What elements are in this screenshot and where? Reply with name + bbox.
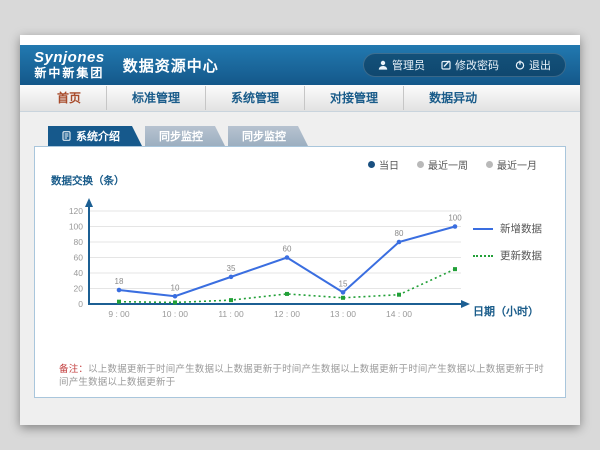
- radio-dot-icon: [368, 161, 375, 168]
- data-point: [453, 267, 457, 271]
- radio-dot-icon: [486, 161, 493, 168]
- x-axis-arrow: [461, 300, 470, 308]
- legend-item-0: 新增数据: [473, 221, 553, 236]
- x-tick-label: 11 : 00: [218, 309, 244, 319]
- data-point: [229, 275, 234, 280]
- change-password-button[interactable]: 修改密码: [441, 57, 499, 73]
- data-point-label: 10: [171, 283, 180, 292]
- chart-legend-column: 新增数据更新数据 日期（小时）: [473, 173, 553, 339]
- y-tick-label: 0: [78, 299, 83, 309]
- desktop-background: Synjones 新中新集团 数据资源中心 管理员 修改密码 退出 首页标准: [0, 0, 600, 450]
- change-password-label: 修改密码: [455, 57, 499, 73]
- tab-2[interactable]: 同步监控: [228, 126, 308, 146]
- logout-button[interactable]: 退出: [515, 57, 551, 73]
- series-line-0: [119, 227, 455, 297]
- content-area: 系统介绍 同步监控 同步监控 当日 最近一周 最近一月 数据交换（条） 0 20 40 60 8…: [20, 112, 580, 425]
- company-logo[interactable]: Synjones 新中新集团: [34, 50, 105, 80]
- document-icon: [62, 131, 71, 141]
- nav-item-对接管理[interactable]: 对接管理: [305, 86, 404, 110]
- tab-label: 同步监控: [242, 128, 286, 144]
- y-tick-label: 120: [69, 206, 83, 216]
- x-tick-label: 14 : 00: [386, 309, 412, 319]
- filter-radio-2[interactable]: 最近一月: [486, 157, 537, 172]
- nav-item-系统管理[interactable]: 系统管理: [206, 86, 305, 110]
- data-point: [453, 224, 458, 229]
- x-axis-title: 日期（小时）: [473, 303, 539, 319]
- x-tick-label: 12 : 00: [274, 309, 300, 319]
- app-header: Synjones 新中新集团 数据资源中心 管理员 修改密码 退出: [20, 45, 580, 85]
- series-line-1: [119, 269, 455, 302]
- y-tick-label: 40: [74, 268, 84, 278]
- data-point-label: 80: [395, 229, 404, 238]
- power-icon: [515, 60, 525, 70]
- footnote-prefix: 备注：: [59, 364, 88, 375]
- user-name-label: 管理员: [392, 57, 425, 73]
- logout-label: 退出: [529, 57, 551, 73]
- tab-1[interactable]: 同步监控: [145, 126, 225, 146]
- data-point: [341, 296, 345, 300]
- data-point: [117, 300, 121, 304]
- footnote-text: 以上数据更新于时间产生数据以上数据更新于时间产生数据以上数据更新于时间产生数据以…: [59, 364, 544, 388]
- filter-label: 最近一月: [497, 157, 537, 172]
- tab-bar: 系统介绍 同步监控 同步监控: [34, 126, 566, 146]
- data-point: [117, 288, 122, 293]
- radio-dot-icon: [417, 161, 424, 168]
- filter-radio-1[interactable]: 最近一周: [417, 157, 468, 172]
- edit-icon: [441, 60, 451, 70]
- tab-0[interactable]: 系统介绍: [48, 126, 142, 146]
- legend-label: 更新数据: [500, 248, 542, 263]
- user-icon: [378, 60, 388, 70]
- filter-label: 最近一周: [428, 157, 468, 172]
- legend-item-1: 更新数据: [473, 248, 553, 263]
- current-user[interactable]: 管理员: [378, 57, 425, 73]
- top-strip: [20, 35, 580, 45]
- series-legend: 新增数据更新数据: [473, 221, 553, 263]
- line-chart: 0 20 40 60 80 100 120 9 : 00 10 : 00 11 : 00 12 : …: [49, 192, 473, 334]
- user-toolbar: 管理员 修改密码 退出: [363, 53, 566, 77]
- legend-line-sample: [473, 255, 493, 257]
- legend-line-sample: [473, 228, 493, 230]
- tab-label: 系统介绍: [76, 128, 120, 144]
- data-point: [341, 290, 346, 295]
- data-point-label: 15: [339, 279, 348, 288]
- page-title: 数据资源中心: [123, 55, 219, 76]
- chart-block: 数据交换（条） 0 20 40 60 80 100 120 9 : 00 10 : 00 11 :…: [35, 147, 565, 339]
- y-tick-label: 60: [74, 253, 84, 263]
- data-point-label: 100: [448, 214, 462, 223]
- y-axis-arrow: [85, 198, 93, 207]
- y-tick-label: 100: [69, 222, 83, 232]
- logo-chinese: 新中新集团: [34, 67, 105, 80]
- data-point: [229, 298, 233, 302]
- x-tick-label: 9 : 00: [108, 309, 130, 319]
- data-point: [285, 292, 289, 296]
- data-point: [397, 293, 401, 297]
- x-tick-label: 10 : 00: [162, 309, 188, 319]
- logo-latin: Synjones: [34, 50, 105, 67]
- data-point-label: 60: [283, 245, 292, 254]
- nav-item-数据异动[interactable]: 数据异动: [404, 86, 502, 110]
- data-point: [173, 300, 177, 304]
- data-point-label: 35: [227, 264, 236, 273]
- y-tick-label: 80: [74, 237, 84, 247]
- nav-item-首页[interactable]: 首页: [32, 86, 107, 110]
- data-point: [285, 255, 290, 260]
- filter-label: 当日: [379, 157, 399, 172]
- data-point-label: 18: [115, 277, 124, 286]
- footnote: 备注：以上数据更新于时间产生数据以上数据更新于时间产生数据以上数据更新于时间产生…: [35, 363, 565, 390]
- y-axis-title: 数据交换（条）: [51, 173, 473, 188]
- legend-label: 新增数据: [500, 221, 542, 236]
- data-point: [173, 294, 178, 299]
- nav-item-标准管理[interactable]: 标准管理: [107, 86, 206, 110]
- data-point: [397, 240, 402, 245]
- tab-label: 同步监控: [159, 128, 203, 144]
- filter-radio-0[interactable]: 当日: [368, 157, 399, 172]
- chart-panel: 当日 最近一周 最近一月 数据交换（条） 0 20 40 60 80 100 120 9 : 00…: [34, 146, 566, 398]
- chart-plot-area: 数据交换（条） 0 20 40 60 80 100 120 9 : 00 10 : 00 11 :…: [49, 173, 473, 339]
- x-tick-label: 13 : 00: [330, 309, 356, 319]
- main-nav: 首页标准管理系统管理对接管理数据异动: [20, 85, 580, 112]
- y-tick-label: 20: [74, 284, 84, 294]
- app-window: Synjones 新中新集团 数据资源中心 管理员 修改密码 退出 首页标准: [20, 35, 580, 425]
- time-range-filters: 当日 最近一周 最近一月: [368, 157, 537, 172]
